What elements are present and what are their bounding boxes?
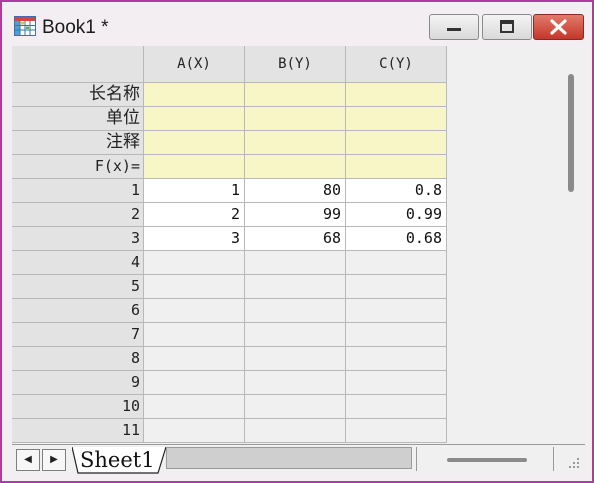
data-cell[interactable] — [346, 395, 447, 419]
column-header-c[interactable]: C(Y) — [346, 46, 447, 83]
row-header[interactable]: 6 — [12, 299, 144, 323]
column-header-a[interactable]: A(X) — [144, 46, 245, 83]
close-icon — [550, 19, 567, 35]
row-header[interactable]: 7 — [12, 323, 144, 347]
meta-cell[interactable] — [346, 131, 447, 155]
data-cell[interactable] — [144, 251, 245, 275]
data-cell[interactable] — [245, 275, 346, 299]
row-header-comments[interactable]: 注释 — [12, 131, 144, 155]
data-cell[interactable] — [144, 371, 245, 395]
data-cell[interactable]: 0.8 — [346, 179, 447, 203]
data-cell[interactable] — [245, 251, 346, 275]
worksheet-icon — [14, 16, 36, 36]
data-cell[interactable]: 0.99 — [346, 203, 447, 227]
window-title: Book1 * — [42, 17, 109, 38]
horizontal-scrollbar[interactable] — [416, 447, 554, 471]
triangle-right-icon: ▶ — [50, 454, 58, 465]
data-cell[interactable]: 3 — [144, 227, 245, 251]
data-cell[interactable] — [144, 323, 245, 347]
row-header[interactable]: 4 — [12, 251, 144, 275]
data-cell[interactable] — [144, 395, 245, 419]
meta-cell[interactable] — [346, 107, 447, 131]
meta-cell[interactable] — [144, 131, 245, 155]
data-cell[interactable] — [346, 371, 447, 395]
workbook-window: Book1 * A(X) B(Y) C(Y) 长名称 单位 注释 F(x)= 1… — [0, 0, 594, 483]
row-header-formula[interactable]: F(x)= — [12, 155, 144, 179]
meta-cell[interactable] — [346, 155, 447, 179]
close-button[interactable] — [533, 14, 584, 40]
row-header[interactable]: 9 — [12, 371, 144, 395]
data-cell[interactable]: 1 — [144, 179, 245, 203]
data-cell[interactable] — [346, 419, 447, 443]
grid-corner[interactable] — [12, 46, 144, 83]
data-cell[interactable] — [346, 275, 447, 299]
row-header[interactable]: 8 — [12, 347, 144, 371]
minimize-icon — [447, 28, 461, 31]
sheet-tab-label: Sheet1 — [80, 448, 155, 472]
vertical-scrollbar[interactable] — [557, 46, 585, 444]
row-header[interactable]: 11 — [12, 419, 144, 443]
data-cell[interactable]: 0.68 — [346, 227, 447, 251]
row-header-units[interactable]: 单位 — [12, 107, 144, 131]
data-cell[interactable]: 2 — [144, 203, 245, 227]
data-cell[interactable] — [245, 299, 346, 323]
data-cell[interactable] — [144, 347, 245, 371]
data-cell[interactable] — [245, 395, 346, 419]
meta-cell[interactable] — [144, 107, 245, 131]
worksheet-grid[interactable]: A(X) B(Y) C(Y) 长名称 单位 注释 F(x)= 1 1 80 0.8 2 2… — [12, 46, 557, 444]
maximize-icon — [500, 20, 514, 33]
data-cell[interactable] — [346, 299, 447, 323]
row-header[interactable]: 1 — [12, 179, 144, 203]
data-cell[interactable]: 99 — [245, 203, 346, 227]
resize-grip-icon[interactable] — [564, 451, 582, 471]
row-header[interactable]: 5 — [12, 275, 144, 299]
data-cell[interactable] — [346, 347, 447, 371]
meta-cell[interactable] — [245, 131, 346, 155]
data-cell[interactable] — [144, 419, 245, 443]
column-header-b[interactable]: B(Y) — [245, 46, 346, 83]
data-cell[interactable] — [245, 419, 346, 443]
row-header[interactable]: 2 — [12, 203, 144, 227]
sheet-prev-button[interactable]: ◀ — [16, 449, 40, 471]
vertical-scroll-thumb[interactable] — [568, 74, 574, 192]
horizontal-scroll-thumb[interactable] — [447, 458, 527, 462]
minimize-button[interactable] — [429, 14, 479, 40]
data-cell[interactable] — [245, 323, 346, 347]
tab-area-filler — [166, 447, 412, 469]
meta-cell[interactable] — [245, 83, 346, 107]
triangle-left-icon: ◀ — [24, 454, 32, 465]
data-cell[interactable] — [346, 323, 447, 347]
data-cell[interactable] — [346, 251, 447, 275]
data-cell[interactable] — [245, 371, 346, 395]
data-cell[interactable] — [144, 275, 245, 299]
data-cell[interactable]: 80 — [245, 179, 346, 203]
sheet-next-button[interactable]: ▶ — [42, 449, 66, 471]
maximize-button[interactable] — [482, 14, 532, 40]
data-cell[interactable]: 68 — [245, 227, 346, 251]
row-header[interactable]: 3 — [12, 227, 144, 251]
row-header-long-name[interactable]: 长名称 — [12, 83, 144, 107]
sheet-tab-bar: ◀ ▶ Sheet1 — [12, 444, 585, 474]
meta-cell[interactable] — [346, 83, 447, 107]
meta-cell[interactable] — [144, 155, 245, 179]
row-header[interactable]: 10 — [12, 395, 144, 419]
meta-cell[interactable] — [144, 83, 245, 107]
data-cell[interactable] — [245, 347, 346, 371]
title-bar[interactable]: Book1 * — [2, 2, 592, 46]
meta-cell[interactable] — [245, 107, 346, 131]
data-cell[interactable] — [144, 299, 245, 323]
meta-cell[interactable] — [245, 155, 346, 179]
